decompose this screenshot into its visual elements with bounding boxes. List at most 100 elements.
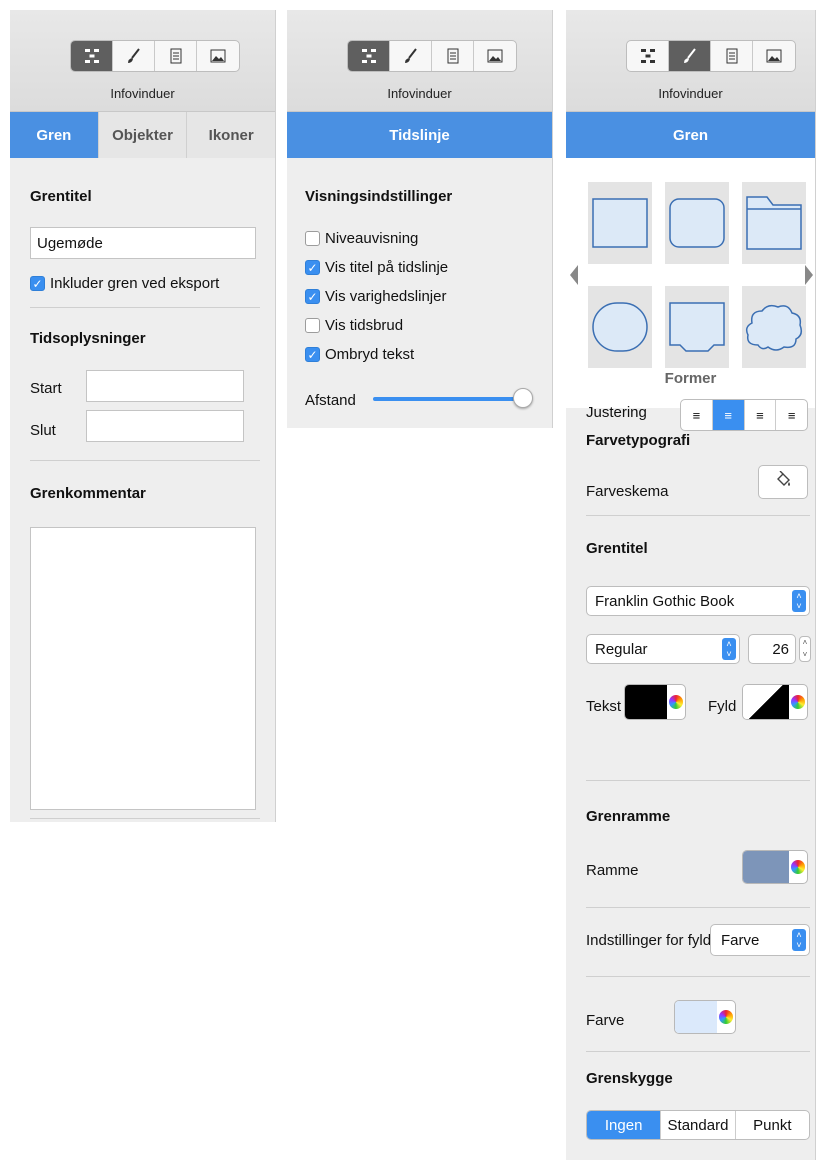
text-color-well[interactable] [624, 684, 686, 720]
border-color-well[interactable] [742, 850, 808, 884]
inspector-panel-style: Infovinduer Gren Former Farvetypografi F… [566, 10, 816, 1160]
shadow-point-option[interactable]: Punkt [736, 1111, 809, 1139]
divider [586, 907, 810, 908]
shape-stadium[interactable] [588, 286, 652, 368]
fill-settings-select[interactable]: Farve ˄ ˅ [710, 924, 810, 956]
fill-color-well-2[interactable] [674, 1000, 736, 1034]
alignment-control: ≡ ≡ ≡ ≡ [680, 399, 808, 431]
font-family-value: Franklin Gothic Book [595, 592, 735, 610]
divider [30, 818, 260, 819]
brush-icon[interactable] [390, 41, 432, 71]
shapes-label: Former [664, 370, 717, 387]
shapes-next-arrow[interactable] [805, 265, 813, 285]
fill-color-swatch [743, 685, 789, 719]
option-show-title[interactable]: ✓ Vis titel på tidslinje [305, 259, 448, 276]
checkbox-unchecked-icon [305, 318, 320, 333]
image-icon[interactable] [474, 41, 516, 71]
divider [30, 307, 260, 308]
shadow-heading: Grenskygge [586, 1070, 673, 1087]
shape-folder[interactable] [742, 182, 806, 264]
inspector-toolbar: Infovinduer [10, 10, 275, 112]
branch-title-input[interactable]: Ugemøde [30, 227, 256, 259]
inspector-panel-branch: Infovinduer Gren Objekter Ikoner Grentit… [10, 10, 276, 822]
fill-color-well[interactable] [742, 684, 808, 720]
tab-icons[interactable]: Ikoner [186, 112, 275, 158]
border-heading: Grenramme [586, 808, 671, 825]
color-wheel-icon [668, 694, 684, 710]
color-scheme-label: Farveskema [586, 483, 669, 500]
divider [586, 780, 810, 781]
structure-icon[interactable] [71, 41, 113, 71]
font-size-stepper[interactable]: ˄ ˅ [799, 636, 811, 662]
option-level-view[interactable]: Niveauvisning [305, 230, 418, 247]
document-icon[interactable] [432, 41, 474, 71]
align-right-icon[interactable]: ≡ [745, 400, 777, 430]
tab-timeline[interactable]: Tidslinje [287, 112, 552, 158]
shape-banner[interactable] [665, 286, 729, 368]
comment-textarea[interactable] [30, 527, 256, 810]
align-left-icon[interactable]: ≡ [681, 400, 713, 430]
font-family-select[interactable]: Franklin Gothic Book ˄ ˅ [586, 586, 810, 616]
spacing-label: Afstand [305, 392, 356, 409]
tab-branch-style[interactable]: Gren [566, 112, 815, 158]
align-center-icon[interactable]: ≡ [712, 400, 745, 430]
branch-title-heading: Grentitel [30, 188, 92, 205]
inspector-switcher [70, 40, 240, 72]
include-export-checkbox[interactable]: ✓ Inkluder gren ved eksport [30, 275, 219, 292]
tab-branch[interactable]: Gren [10, 112, 98, 158]
divider [586, 1051, 810, 1052]
divider [586, 515, 810, 516]
shadow-none-option[interactable]: Ingen [587, 1111, 662, 1139]
color-scheme-button[interactable] [758, 465, 808, 499]
start-label: Start [30, 380, 62, 397]
end-field[interactable] [86, 410, 244, 442]
inspector-toolbar: Infovinduer [287, 10, 552, 112]
toolbar-caption: Infovinduer [658, 86, 723, 101]
end-label: Slut [30, 422, 56, 439]
fill-settings-label: Indstillinger for fyld [586, 932, 712, 949]
start-field[interactable] [86, 370, 244, 402]
image-icon[interactable] [753, 41, 795, 71]
shapes-prev-arrow[interactable] [570, 265, 578, 285]
structure-icon[interactable] [348, 41, 390, 71]
option-wrap-text[interactable]: ✓ Ombryd tekst [305, 346, 414, 363]
option-label: Vis varighedslinjer [325, 288, 447, 305]
structure-icon[interactable] [627, 41, 669, 71]
time-info-heading: Tidsoplysninger [30, 330, 146, 347]
shadow-standard-option[interactable]: Standard [661, 1111, 736, 1139]
shape-rounded-rectangle[interactable] [665, 182, 729, 264]
spacing-slider-track[interactable] [373, 397, 523, 401]
image-icon[interactable] [197, 41, 239, 71]
option-label: Vis tidsbrud [325, 317, 404, 334]
option-time-breaks[interactable]: Vis tidsbrud [305, 317, 403, 334]
brush-icon[interactable] [669, 41, 711, 71]
shape-cloud[interactable] [742, 286, 806, 368]
alignment-label: Justering [586, 404, 647, 421]
checkbox-checked-icon: ✓ [305, 347, 320, 362]
fill-color-label: Fyld [708, 698, 737, 715]
toolbar-caption: Infovinduer [387, 86, 452, 101]
select-chevron-icon: ˄ ˅ [792, 929, 806, 951]
color-wheel-icon [790, 859, 806, 875]
font-size-field[interactable]: 26 [748, 634, 796, 664]
tab-objects[interactable]: Objekter [97, 112, 187, 158]
document-icon[interactable] [155, 41, 197, 71]
include-export-label: Inkluder gren ved eksport [50, 275, 220, 292]
text-color-label: Tekst [586, 698, 622, 715]
comment-heading: Grenkommentar [30, 485, 146, 502]
align-justify-icon[interactable]: ≡ [776, 400, 807, 430]
shape-rectangle[interactable] [588, 182, 652, 264]
option-label: Niveauvisning [325, 230, 419, 247]
paint-bucket-icon [774, 470, 792, 494]
display-settings-heading: Visningsindstillinger [305, 188, 453, 205]
brush-icon[interactable] [113, 41, 155, 71]
color-wheel-icon [790, 694, 806, 710]
option-duration-lines[interactable]: ✓ Vis varighedslinjer [305, 288, 446, 305]
spacing-slider-thumb[interactable] [513, 388, 533, 408]
select-chevron-icon: ˄ ˅ [792, 590, 806, 612]
fill-color-swatch-2 [675, 1001, 717, 1033]
document-icon[interactable] [711, 41, 753, 71]
text-color-swatch [625, 685, 667, 719]
shadow-segmented-control: Ingen Standard Punkt [586, 1110, 810, 1140]
font-style-select[interactable]: Regular ˄ ˅ [586, 634, 740, 664]
